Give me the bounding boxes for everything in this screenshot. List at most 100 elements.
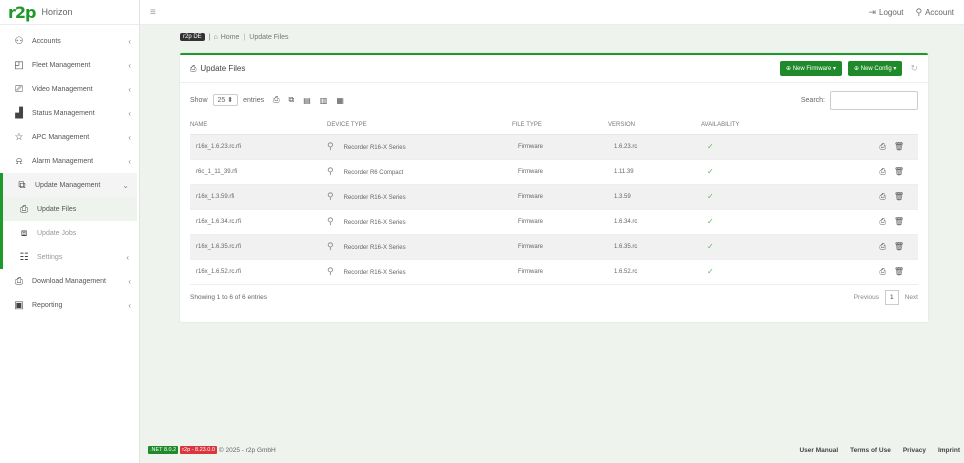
cell-version: 1.3.59 xyxy=(608,184,701,210)
sidebar-item-accounts[interactable]: ⚇ Accounts ‹ xyxy=(0,29,139,53)
card-title: ⎙ Update Files xyxy=(190,64,245,74)
cell-file-type: Firmware xyxy=(512,259,608,285)
search-icon[interactable]: ⚲ xyxy=(327,216,334,226)
available-check-icon: ✓ xyxy=(707,267,714,276)
page-button-1[interactable]: 1 xyxy=(885,290,899,305)
chevron-left-icon: ‹ xyxy=(126,252,129,262)
card-title-text: Update Files xyxy=(200,64,246,73)
copyright: © 2025 - r2p GmbH xyxy=(218,446,276,454)
cell-name: r16x_1.6.34.rc.rfi xyxy=(190,209,327,235)
sidebar-item-video-management[interactable]: ⎚ Video Management ‹ xyxy=(0,77,139,101)
delete-icon[interactable]: 🗑 xyxy=(894,167,904,176)
sidebar-item-alarm-management[interactable]: ⍾ Alarm Management ‹ xyxy=(0,149,139,173)
next-button[interactable]: Next xyxy=(905,294,918,301)
new-firmware-button[interactable]: ⊕ New Firmware ▾ xyxy=(779,61,843,76)
pdf-icon[interactable]: ▥ xyxy=(320,96,328,105)
sidebar-item-download-management[interactable]: ⎙ Download Management ‹ xyxy=(0,269,139,293)
delete-icon[interactable]: 🗑 xyxy=(894,142,904,151)
available-check-icon: ✓ xyxy=(707,167,714,176)
logo: r2p xyxy=(8,2,37,22)
search-input[interactable] xyxy=(830,90,918,110)
search-icon[interactable]: ⚲ xyxy=(327,166,334,176)
search-icon[interactable]: ⚲ xyxy=(327,191,334,201)
download-icon[interactable]: ⎙ xyxy=(879,192,885,201)
search-icon[interactable]: ⚲ xyxy=(327,241,334,251)
entries-label: entries xyxy=(243,96,265,104)
sidebar-subitem-update-files[interactable]: ⎙ Update Files xyxy=(3,197,137,221)
footer-link-imprint[interactable]: Imprint xyxy=(938,447,960,454)
sidebar-item-label: Update Jobs xyxy=(37,229,77,237)
sidebar-item-label: Status Management xyxy=(32,109,95,117)
csv-icon[interactable]: ▦ xyxy=(336,96,344,105)
sidebar-item-label: Download Management xyxy=(32,277,106,285)
new-config-button[interactable]: ⊕ New Config ▾ xyxy=(848,61,903,76)
cell-availability: ✓ xyxy=(701,159,828,185)
footer-link-terms[interactable]: Terms of Use xyxy=(850,447,891,454)
breadcrumb-separator: | xyxy=(208,33,211,41)
search-icon[interactable]: ⚲ xyxy=(327,141,334,151)
table-tools: Show 25 ⬍ entries ⎙ ⧉ ▤ ▥ ▦ Search: xyxy=(180,83,928,117)
logout-link[interactable]: ⇥ Logout xyxy=(868,7,903,18)
column-header-file-type[interactable]: FILE TYPE xyxy=(512,117,608,135)
sidebar-item-apc-management[interactable]: ☆ APC Management ‹ xyxy=(0,125,139,149)
available-check-icon: ✓ xyxy=(707,192,714,201)
column-header-actions xyxy=(828,117,918,135)
column-header-device-type[interactable]: DEVICE TYPE xyxy=(327,117,512,135)
sidebar-item-label: Reporting xyxy=(32,301,63,309)
download-icon[interactable]: ⎙ xyxy=(879,142,885,151)
download-icon[interactable]: ⎙ xyxy=(879,217,885,226)
sidebar-item-status-management[interactable]: ▟ Status Management ‹ xyxy=(0,101,139,125)
delete-icon[interactable]: 🗑 xyxy=(894,267,904,276)
account-link[interactable]: ⚲ Account xyxy=(916,7,955,18)
excel-icon[interactable]: ▤ xyxy=(303,96,311,105)
sidebar-subitem-settings[interactable]: ☷ Settings ‹ xyxy=(3,245,137,269)
entries-select[interactable]: 25 ⬍ xyxy=(212,94,239,106)
download-icon[interactable]: ⎙ xyxy=(879,267,885,276)
cell-availability: ✓ xyxy=(701,259,828,285)
sidebar-menu: ⚇ Accounts ‹ ◰ Fleet Management ‹ ⎚ Vide… xyxy=(0,29,139,317)
card-header: ⎙ Update Files ⊕ New Firmware ▾ ⊕ New Co… xyxy=(180,55,928,83)
camera-icon: ⎚ xyxy=(15,83,23,95)
cell-version: 1.11.39 xyxy=(608,159,701,185)
sidebar-subitem-update-jobs[interactable]: ⧈ Update Jobs xyxy=(3,221,137,245)
sidebar-item-reporting[interactable]: ▣ Reporting ‹ xyxy=(0,293,139,317)
delete-icon[interactable]: 🗑 xyxy=(894,217,904,226)
cell-file-type: Firmware xyxy=(512,159,608,185)
account-label: Account xyxy=(925,7,954,17)
sidebar-item-label: Update Files xyxy=(37,205,77,213)
show-label: Show xyxy=(190,96,208,104)
new-firmware-label: New Firmware xyxy=(792,66,832,72)
sidebar-item-fleet-management[interactable]: ◰ Fleet Management ‹ xyxy=(0,53,139,77)
breadcrumb-separator: | xyxy=(243,33,246,41)
column-header-version[interactable]: VERSION xyxy=(608,117,701,135)
previous-button[interactable]: Previous xyxy=(854,294,879,301)
sidebar-item-label: APC Management xyxy=(32,133,90,141)
download-icon[interactable]: ⎙ xyxy=(879,167,885,176)
breadcrumb: r2p DE | ⌂ Home | Update Files xyxy=(180,33,289,41)
download-icon[interactable]: ⎙ xyxy=(879,242,885,251)
table-row: r16x_1.6.34.rc.rfi ⚲ Recorder R16-X Serie… xyxy=(190,209,918,235)
breadcrumb-home[interactable]: Home xyxy=(221,34,240,41)
footer-link-user-manual[interactable]: User Manual xyxy=(799,447,838,454)
cell-availability: ✓ xyxy=(701,234,828,260)
footer-link-privacy[interactable]: Privacy xyxy=(903,447,926,454)
search-icon[interactable]: ⚲ xyxy=(327,266,334,276)
delete-icon[interactable]: 🗑 xyxy=(894,242,904,251)
logout-icon: ⇥ xyxy=(868,6,877,17)
print-icon[interactable]: ⎙ xyxy=(273,95,279,105)
sidebar-item-update-management[interactable]: ⧉ Update Management ⌄ xyxy=(0,173,137,197)
column-header-name[interactable]: NAME xyxy=(190,117,327,135)
cell-file-type: Firmware xyxy=(512,184,608,210)
column-header-availability[interactable]: AVAILABILITY xyxy=(701,117,828,135)
cell-version: 1.6.52.rc xyxy=(608,259,701,285)
update-files-card: ⎙ Update Files ⊕ New Firmware ▾ ⊕ New Co… xyxy=(180,53,928,322)
copy-icon[interactable]: ⧉ xyxy=(289,95,295,105)
hamburger-icon[interactable]: ≡ xyxy=(150,7,156,18)
sidebar-item-label: Update Management xyxy=(35,181,101,189)
cell-actions: ⎙ 🗑 xyxy=(828,209,918,235)
table-row: r16x_1.6.52.rc.rfi ⚲ Recorder R16-X Serie… xyxy=(190,259,918,285)
brand[interactable]: r2p Horizon xyxy=(0,0,139,25)
delete-icon[interactable]: 🗑 xyxy=(894,192,904,201)
cell-version: 1.6.23.rc xyxy=(608,134,701,160)
refresh-icon[interactable]: ↻ xyxy=(910,63,918,74)
